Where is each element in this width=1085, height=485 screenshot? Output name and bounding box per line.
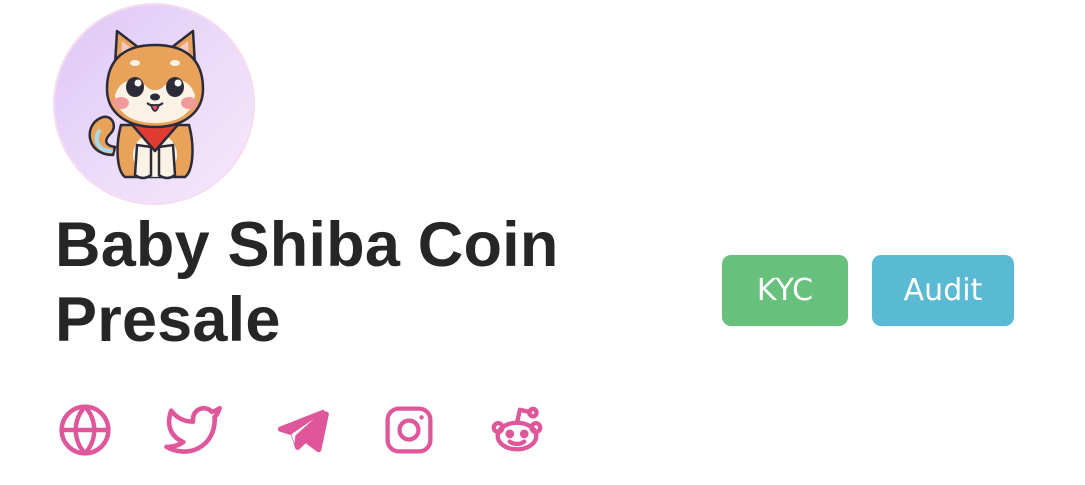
instagram-link[interactable] xyxy=(379,400,439,460)
kyc-badge[interactable]: KYC xyxy=(722,255,848,326)
project-avatar xyxy=(55,5,253,203)
shiba-dog-icon xyxy=(88,29,205,180)
reddit-link[interactable] xyxy=(487,400,547,460)
telegram-icon xyxy=(277,409,329,453)
instagram-icon xyxy=(385,406,433,454)
social-links xyxy=(55,400,555,460)
audit-badge[interactable]: Audit xyxy=(872,255,1014,326)
twitter-icon xyxy=(164,405,222,454)
website-link[interactable] xyxy=(55,400,115,460)
telegram-link[interactable] xyxy=(271,400,331,460)
reddit-icon xyxy=(491,406,543,452)
twitter-link[interactable] xyxy=(163,400,223,460)
project-title: Baby Shiba Coin Presale xyxy=(55,210,559,355)
globe-icon xyxy=(59,404,111,456)
